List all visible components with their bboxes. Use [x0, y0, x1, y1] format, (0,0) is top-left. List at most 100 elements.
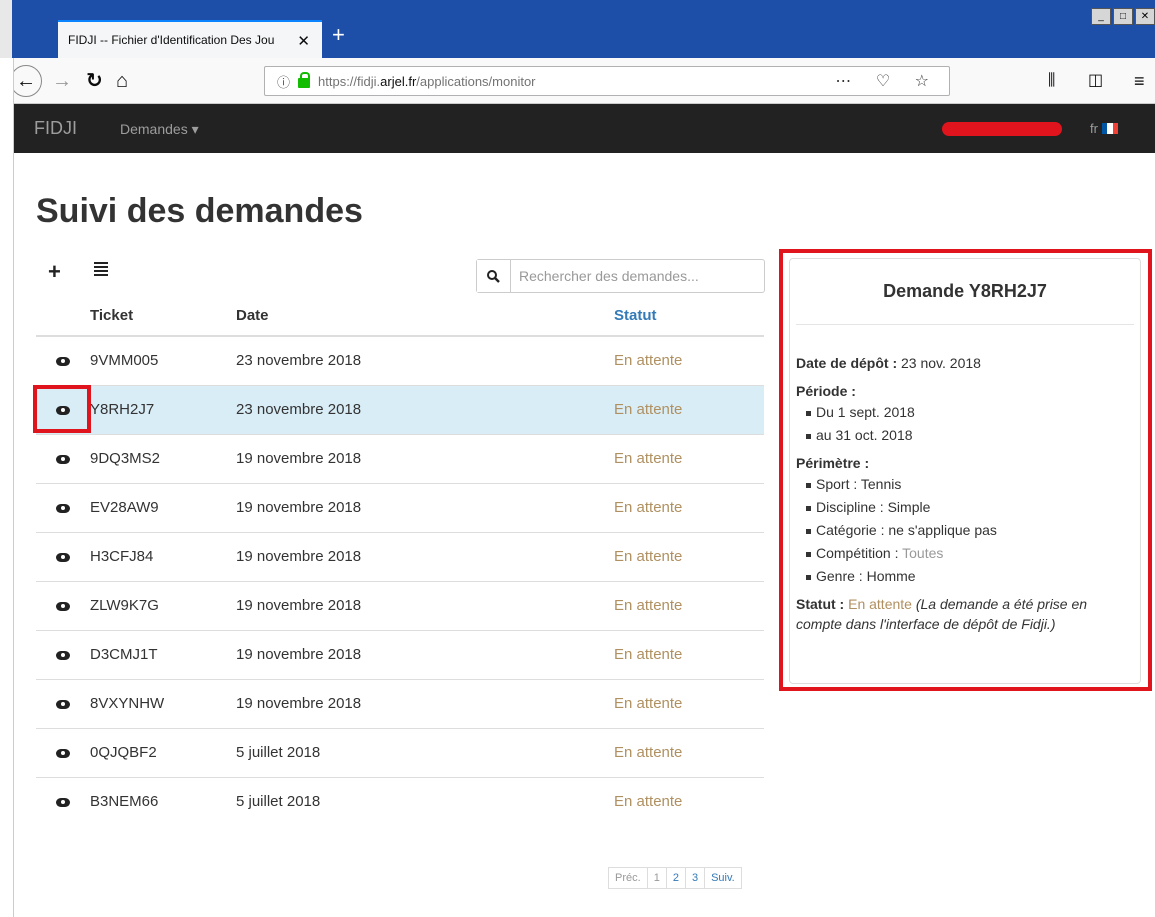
- perimetre-label: Périmètre :: [796, 455, 870, 471]
- browser-tab[interactable]: FIDJI -- Fichier d'Identification Des Jo…: [58, 20, 322, 58]
- table-row: 9VMM005 23 novembre 2018 En attente: [36, 335, 764, 385]
- flag-icon: [1101, 123, 1118, 134]
- date-cell: 19 novembre 2018: [236, 580, 614, 630]
- ticket-cell: 0QJQBF2: [90, 727, 236, 777]
- pagination: Préc. 1 2 3 Suiv.: [608, 867, 742, 889]
- home-icon[interactable]: ⌂: [116, 69, 128, 93]
- date-cell: 5 juillet 2018: [236, 727, 614, 777]
- library-icon[interactable]: ⫼: [1048, 69, 1055, 93]
- brand-logo[interactable]: FIDJI: [34, 118, 77, 139]
- eye-icon[interactable]: [56, 748, 70, 758]
- statut-value: En attente: [848, 596, 912, 612]
- eye-icon[interactable]: [56, 454, 70, 464]
- table-row: 9DQ3MS2 19 novembre 2018 En attente: [36, 433, 764, 483]
- perimetre-sport: Sport : Tennis: [806, 473, 1136, 496]
- back-icon[interactable]: ←: [10, 65, 42, 97]
- window-controls: _ □ ✕: [1089, 8, 1155, 25]
- window-left-border: [0, 58, 14, 917]
- redacted-user: [942, 122, 1062, 136]
- window-edge: [0, 0, 12, 58]
- url-scheme: https://fidji.: [318, 73, 381, 89]
- perimetre-list: Sport : Tennis Discipline : Simple Catég…: [806, 473, 1136, 588]
- status-cell: En attente: [614, 629, 764, 679]
- new-tab-icon[interactable]: +: [332, 24, 345, 46]
- eye-icon[interactable]: [56, 503, 70, 513]
- language-selector[interactable]: fr: [1090, 121, 1118, 136]
- reload-icon[interactable]: ↻: [86, 69, 103, 93]
- periode-label: Période :: [796, 383, 856, 399]
- competition-value: Toutes: [902, 545, 944, 561]
- menu-demandes[interactable]: Demandes ▾: [120, 121, 199, 138]
- eye-icon[interactable]: [56, 356, 70, 366]
- browser-navbar: ← → ↻ ⌂ ⓘ https://fidji. arjel.fr/applica…: [0, 58, 1155, 104]
- ticket-cell: 8VXYNHW: [90, 678, 236, 728]
- eye-icon[interactable]: [56, 601, 70, 611]
- header-ticket: Ticket: [90, 296, 236, 337]
- ticket-cell: EV28AW9: [90, 482, 236, 532]
- perimetre-competition: Compétition : Toutes: [806, 542, 1136, 565]
- forward-icon[interactable]: →: [52, 69, 72, 93]
- status-cell: En attente: [614, 433, 764, 483]
- pagination-page-2[interactable]: 2: [665, 867, 686, 889]
- pagination-page-3[interactable]: 3: [684, 867, 706, 889]
- ticket-cell: D3CMJ1T: [90, 629, 236, 679]
- close-tab-icon[interactable]: ✕: [297, 32, 310, 50]
- detail-body: Date de dépôt : 23 nov. 2018 Période : D…: [796, 353, 1136, 634]
- status-cell: En attente: [614, 776, 764, 826]
- flag-stripe: [1112, 123, 1118, 134]
- minimize-icon[interactable]: _: [1091, 8, 1111, 25]
- date-cell: 23 novembre 2018: [236, 335, 614, 385]
- table-row: 0QJQBF2 5 juillet 2018 En attente: [36, 727, 764, 777]
- status-cell: En attente: [614, 727, 764, 777]
- periode-to: au 31 oct. 2018: [806, 424, 1136, 447]
- sidebar-icon[interactable]: ◫: [1088, 69, 1103, 93]
- eye-icon[interactable]: [56, 797, 70, 807]
- table-header-row: Ticket Date Statut: [36, 296, 764, 337]
- add-icon[interactable]: +: [48, 261, 61, 283]
- periode-from: Du 1 sept. 2018: [806, 401, 1136, 424]
- status-cell: En attente: [614, 531, 764, 581]
- hamburger-menu-icon[interactable]: ≡: [1134, 69, 1145, 93]
- ticket-cell: 9VMM005: [90, 335, 236, 385]
- status-cell: En attente: [614, 580, 764, 630]
- date-cell: 19 novembre 2018: [236, 629, 614, 679]
- maximize-icon[interactable]: □: [1113, 8, 1133, 25]
- date-cell: 23 novembre 2018: [236, 384, 614, 434]
- highlight-box-eye: [33, 385, 91, 433]
- list-icon[interactable]: [94, 262, 108, 276]
- date-value: 23 nov. 2018: [901, 355, 981, 371]
- detail-status: Statut : En attente (La demande a été pr…: [796, 594, 1136, 634]
- ticket-cell: Y8RH2J7: [90, 384, 236, 434]
- search-box: [476, 259, 765, 293]
- bookmark-star-icon[interactable]: ☆: [915, 73, 939, 90]
- url-bar[interactable]: ⓘ https://fidji. arjel.fr/applications/mo…: [264, 66, 950, 96]
- close-window-icon[interactable]: ✕: [1135, 8, 1155, 25]
- header-statut[interactable]: Statut: [614, 296, 764, 337]
- table-row: D3CMJ1T 19 novembre 2018 En attente: [36, 629, 764, 679]
- pagination-prev[interactable]: Préc.: [608, 867, 648, 889]
- statut-label: Statut :: [796, 596, 845, 612]
- page-title: Suivi des demandes: [36, 192, 363, 230]
- detail-panel: Demande Y8RH2J7 Date de dépôt : 23 nov. …: [789, 258, 1141, 684]
- date-cell: 5 juillet 2018: [236, 776, 614, 826]
- url-actions: ⋯ ♡ ☆: [835, 71, 939, 91]
- eye-icon[interactable]: [56, 699, 70, 709]
- url-domain: arjel.fr: [380, 73, 417, 89]
- pagination-next[interactable]: Suiv.: [704, 867, 742, 889]
- date-cell: 19 novembre 2018: [236, 678, 614, 728]
- pagination-page-1[interactable]: 1: [646, 867, 667, 889]
- eye-icon[interactable]: [56, 650, 70, 660]
- search-input[interactable]: [511, 268, 751, 284]
- info-icon[interactable]: ⓘ: [277, 72, 290, 91]
- app-navbar: FIDJI Demandes ▾ fr: [14, 104, 1155, 153]
- search-icon[interactable]: [477, 260, 511, 292]
- pocket-icon[interactable]: ♡: [876, 73, 900, 90]
- tab-title: FIDJI -- Fichier d'Identification Des Jo…: [68, 33, 275, 47]
- eye-icon[interactable]: [56, 552, 70, 562]
- detail-date: Date de dépôt : 23 nov. 2018: [796, 353, 1136, 373]
- header-date: Date: [236, 296, 614, 337]
- table-row: B3NEM66 5 juillet 2018 En attente: [36, 776, 764, 826]
- status-cell: En attente: [614, 335, 764, 385]
- more-actions-icon[interactable]: ⋯: [835, 73, 861, 90]
- language-code: fr: [1090, 121, 1098, 136]
